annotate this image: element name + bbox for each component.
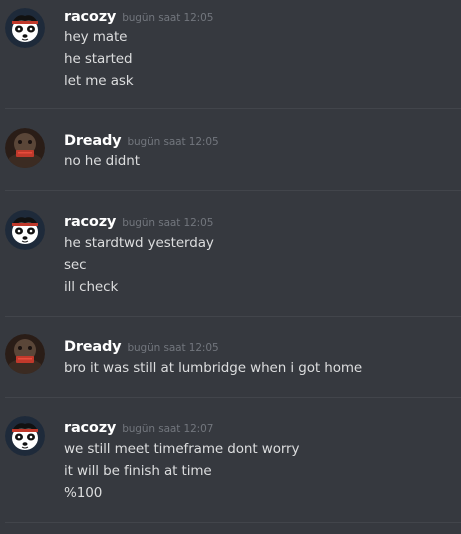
- message-divider: [5, 522, 461, 523]
- panda-avatar-icon[interactable]: [5, 210, 45, 250]
- message-timestamp: bugün saat 12:07: [122, 423, 214, 435]
- message-timestamp: bugün saat 12:05: [127, 136, 219, 148]
- message-author[interactable]: Dready: [64, 133, 122, 149]
- message-line: it will be finish at time: [64, 463, 212, 479]
- message-author[interactable]: racozy: [64, 9, 116, 25]
- message-line: let me ask: [64, 73, 134, 89]
- message-divider: [5, 108, 461, 109]
- message-timestamp: bugün saat 12:05: [122, 12, 214, 24]
- message-line: hey mate: [64, 29, 128, 45]
- message-author[interactable]: racozy: [64, 420, 116, 436]
- message-line: he stardtwd yesterday: [64, 235, 214, 251]
- message-line: we still meet timeframe dont worry: [64, 441, 300, 457]
- panda-avatar-icon[interactable]: [5, 8, 45, 48]
- message-line: %100: [64, 485, 103, 501]
- message-line: sec: [64, 257, 87, 273]
- message-line: he started: [64, 51, 133, 67]
- panda-avatar-icon[interactable]: [5, 416, 45, 456]
- chat-message-list: racozy bugün saat 12:05 hey mate he start…: [0, 0, 461, 534]
- message-divider: [5, 190, 461, 191]
- dready-avatar-icon[interactable]: [5, 334, 45, 374]
- message-author[interactable]: Dready: [64, 339, 122, 355]
- message-timestamp: bugün saat 12:05: [127, 342, 219, 354]
- message-divider: [5, 397, 461, 398]
- message-line: bro it was still at lumbridge when i got…: [64, 360, 363, 376]
- message-line: ill check: [64, 279, 119, 295]
- dready-avatar-icon[interactable]: [5, 128, 45, 168]
- message-divider: [5, 316, 461, 317]
- message-author[interactable]: racozy: [64, 214, 116, 230]
- message-timestamp: bugün saat 12:05: [122, 217, 214, 229]
- message-line: no he didnt: [64, 153, 140, 169]
